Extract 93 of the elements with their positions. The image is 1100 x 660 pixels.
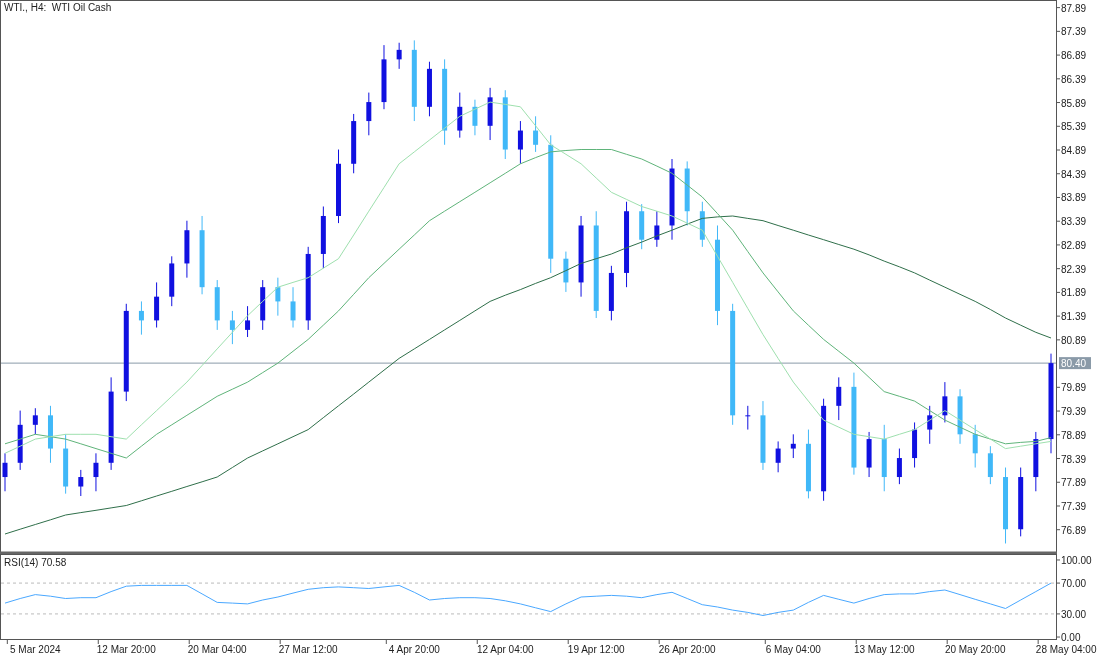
candle [745, 405, 751, 431]
candle [245, 305, 251, 338]
candle [957, 388, 963, 445]
candle [472, 99, 478, 136]
candle [866, 431, 872, 478]
candle [138, 300, 144, 336]
candle [396, 42, 402, 70]
price-label: 78.89 [1061, 429, 1087, 441]
price-label: 84.89 [1061, 145, 1087, 156]
price-label: 82.89 [1061, 239, 1087, 251]
time-label: 28 May 04:00 [1035, 644, 1097, 655]
candle [805, 429, 811, 499]
candle [942, 381, 948, 423]
candle [63, 433, 69, 495]
candle [381, 44, 387, 110]
candle [1018, 467, 1024, 537]
candle [517, 120, 523, 165]
price-label: 83.89 [1061, 192, 1087, 204]
candle [93, 452, 99, 492]
candle [290, 286, 296, 328]
time-label: 12 Apr 04:00 [476, 644, 534, 655]
time-label: 12 Mar 20:00 [96, 644, 156, 655]
candle [790, 433, 796, 459]
price-label: 81.89 [1061, 287, 1087, 299]
candle [987, 445, 993, 485]
price-label: 80.89 [1061, 334, 1087, 346]
candle [563, 251, 569, 293]
time-label: 20 May 20:00 [944, 644, 1006, 655]
candle [502, 89, 508, 160]
candle [972, 424, 978, 469]
candle [760, 400, 766, 471]
price-label: 82.39 [1061, 263, 1087, 275]
candle [351, 113, 357, 174]
price-label: 83.39 [1061, 216, 1087, 228]
candle [154, 281, 160, 328]
candle [896, 448, 902, 485]
price-label: 85.89 [1061, 97, 1087, 109]
price-label: 86.89 [1061, 50, 1087, 62]
price-label: 84.39 [1061, 168, 1087, 180]
time-label: 27 Mar 12:00 [278, 644, 338, 655]
price-label: 81.39 [1061, 311, 1087, 323]
candle [639, 203, 645, 250]
candle [2, 452, 8, 492]
candle [912, 421, 918, 469]
time-label: 26 Apr 20:00 [658, 644, 716, 655]
time-label: 6 May 04:00 [765, 644, 821, 655]
price-label: 79.89 [1061, 382, 1087, 394]
price-label: 85.39 [1061, 121, 1087, 133]
candle [48, 405, 53, 464]
time-label: 4 Apr 20:00 [388, 644, 440, 655]
candle [836, 376, 842, 421]
price-label: 86.39 [1061, 73, 1087, 85]
chart-title: WTI., H4: WTI Oil Cash [4, 2, 112, 13]
candle [881, 424, 887, 492]
candle [654, 210, 660, 248]
price-label: 87.39 [1061, 26, 1087, 38]
candle [457, 92, 463, 139]
candle [366, 92, 372, 136]
candle [927, 405, 933, 445]
candle [320, 206, 326, 269]
candle [1033, 431, 1039, 492]
candle [426, 61, 432, 117]
rsi-level-label: 0.00 [1061, 632, 1081, 644]
candle [78, 469, 84, 497]
candle [229, 310, 235, 345]
candle [487, 87, 493, 141]
candle [775, 440, 781, 473]
candle [184, 220, 190, 279]
price-label: 76.89 [1061, 524, 1087, 536]
rsi-level-label: 100.00 [1061, 554, 1092, 566]
candle [17, 410, 23, 471]
candle [699, 201, 705, 248]
price-label: 77.89 [1061, 477, 1087, 489]
candle [684, 160, 690, 226]
time-label: 5 Mar 2024 [10, 644, 61, 655]
current-price-label: 80.40 [1061, 358, 1087, 370]
candle [275, 277, 281, 317]
candle [608, 265, 614, 321]
indicator-label: RSI(14) 70.58 [4, 557, 67, 568]
candle [533, 115, 539, 153]
candle [32, 407, 38, 435]
time-label: 13 May 12:00 [853, 644, 915, 655]
price-label: 87.89 [1061, 2, 1087, 14]
time-label: 19 Apr 12:00 [567, 644, 625, 655]
price-label: 77.39 [1061, 501, 1087, 512]
candle [260, 279, 266, 331]
price-label: 78.39 [1061, 453, 1087, 465]
price-label: 79.39 [1061, 406, 1087, 418]
time-label: 20 Mar 04:00 [187, 644, 247, 655]
rsi-level-label: 30.00 [1061, 608, 1087, 620]
candle [169, 255, 175, 307]
candle [214, 279, 220, 331]
rsi-level-label: 70.00 [1061, 578, 1087, 590]
